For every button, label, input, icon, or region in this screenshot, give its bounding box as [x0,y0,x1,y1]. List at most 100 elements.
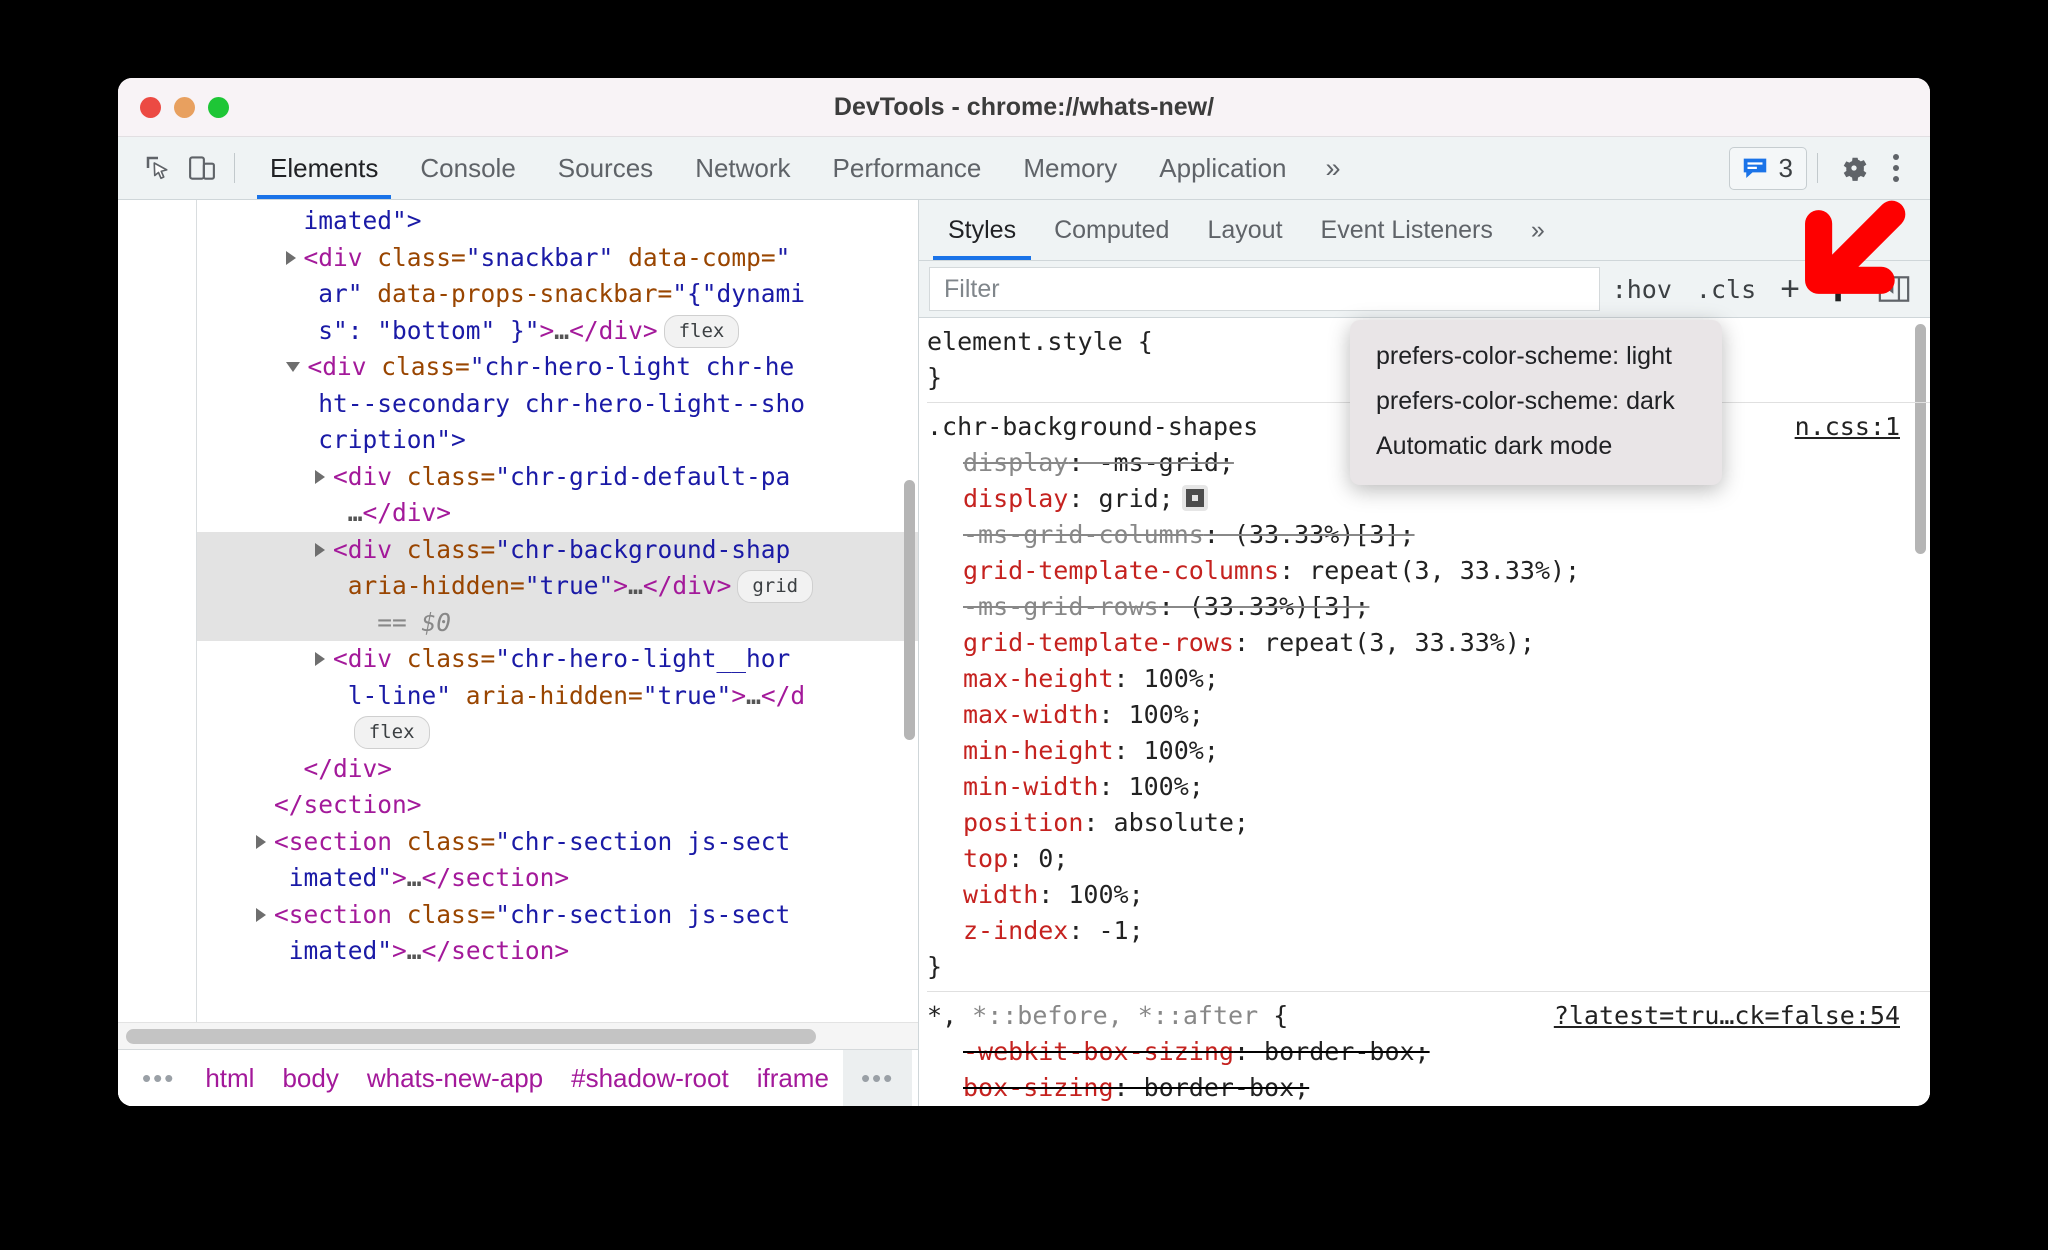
css-declaration[interactable]: width: 100%; [927,877,1930,913]
tab-computed[interactable]: Computed [1035,200,1188,260]
dom-tree-row[interactable]: <section class="chr-section js-sect imat… [197,824,918,897]
css-property-name[interactable]: min-width [963,772,1098,801]
css-rule-block[interactable]: .chr-background-shapes n.css:1 display: -m… [927,403,1930,992]
breadcrumb-overflow-end[interactable]: ••• [842,1050,913,1106]
tab-sources[interactable]: Sources [537,137,674,199]
dom-tree-row[interactable]: <div class="chr-hero-light chr-he ht--se… [197,349,918,459]
toggle-sidebar-icon[interactable] [1866,268,1922,310]
dom-tree-row[interactable]: <div class="chr-hero-light__hor l-line" … [197,641,918,751]
css-source-link[interactable]: n.css:1 [1795,409,1900,445]
dom-horizontal-scrollbar-thumb[interactable] [126,1029,816,1044]
css-property-name[interactable]: -webkit-box-sizing [963,1037,1234,1066]
css-property-name[interactable]: -ms-grid-rows [963,592,1159,621]
styles-filter-input[interactable]: Filter [929,267,1600,311]
css-property-value[interactable]: : 0; [1008,844,1068,873]
css-property-name[interactable]: box-sizing [963,1073,1114,1102]
css-declaration[interactable]: -ms-grid-rows: (33.33%)[3]; [927,589,1930,625]
dom-tree[interactable]: imated"> <div class="snackbar" data-comp… [197,200,918,1022]
device-toolbar-icon[interactable] [180,146,224,190]
expand-triangle-icon[interactable] [315,542,326,557]
css-property-value[interactable]: : 100%; [1114,736,1219,765]
css-declaration[interactable]: position: absolute; [927,805,1930,841]
dom-tree-row[interactable]: ••• <div class="chr-background-shap aria… [197,531,918,641]
tab-performance[interactable]: Performance [812,137,1003,199]
css-declaration[interactable]: display: grid; [927,481,1930,517]
tab-memory[interactable]: Memory [1002,137,1138,199]
css-property-name[interactable]: top [963,844,1008,873]
tab-network[interactable]: Network [674,137,811,199]
css-property-value[interactable]: : repeat(3, 33.33%); [1234,628,1535,657]
render-emulation-popup-menu[interactable]: prefers-color-scheme: light prefers-color… [1350,320,1722,485]
css-property-name[interactable]: position [963,808,1083,837]
popup-menu-item[interactable]: prefers-color-scheme: light [1350,334,1722,379]
css-declaration[interactable]: top: 0; [927,841,1930,877]
tab-elements[interactable]: Elements [249,137,399,199]
css-property-value[interactable]: : absolute; [1083,808,1249,837]
breadcrumb-item-shadow-root[interactable]: #shadow-root [557,1063,743,1094]
dom-tree-row[interactable]: <div class="chr-grid-default-pa …</div> [197,459,918,532]
css-declaration[interactable]: max-height: 100%; [927,661,1930,697]
collapse-triangle-icon[interactable] [285,362,300,372]
css-declaration[interactable]: min-height: 100%; [927,733,1930,769]
toggle-pseudo-states-button[interactable]: :hov [1600,268,1684,310]
layout-badge-grid[interactable]: grid [737,570,814,603]
dom-tree-row[interactable]: imated"> [197,203,918,240]
css-declaration[interactable]: -ms-grid-columns: (33.33%)[3]; [927,517,1930,553]
css-property-name[interactable]: grid-template-columns [963,556,1279,585]
css-property-name[interactable]: max-height [963,664,1114,693]
css-declaration[interactable]: grid-template-columns: repeat(3, 33.33%)… [927,553,1930,589]
css-property-value[interactable]: : 100%; [1098,700,1203,729]
breadcrumb-overflow-start[interactable]: ••• [126,1063,191,1094]
css-property-value[interactable]: : -1; [1068,916,1143,945]
dom-horizontal-scrollbar[interactable] [118,1022,918,1049]
css-property-value[interactable]: : (33.33%)[3]; [1159,592,1370,621]
css-property-name[interactable]: z-index [963,916,1068,945]
css-property-value[interactable]: : (33.33%)[3]; [1204,520,1415,549]
css-property-value[interactable]: : border-box; [1234,1037,1430,1066]
dom-vertical-scrollbar[interactable] [904,480,915,740]
tab-styles[interactable]: Styles [929,200,1035,260]
paintbrush-icon[interactable] [1812,268,1866,310]
popup-menu-item[interactable]: Automatic dark mode [1350,424,1722,469]
css-declaration[interactable]: -webkit-box-sizing: border-box; [927,1034,1930,1070]
css-declaration[interactable]: max-width: 100%; [927,697,1930,733]
layout-badge-flex[interactable]: flex [663,314,740,348]
css-property-value[interactable]: : 100%; [1098,772,1203,801]
css-property-value[interactable]: : grid; [1068,484,1173,513]
expand-triangle-icon[interactable] [256,907,267,922]
dom-tree-row[interactable]: </div> [197,751,918,788]
tab-event-listeners[interactable]: Event Listeners [1302,200,1512,260]
css-property-value[interactable]: : repeat(3, 33.33%); [1279,556,1580,585]
new-style-rule-button[interactable]: + [1768,268,1812,310]
css-property-name[interactable]: -ms-grid-columns [963,520,1204,549]
expand-triangle-icon[interactable] [256,834,267,849]
expand-triangle-icon[interactable] [285,250,296,265]
css-property-value[interactable]: : -ms-grid; [1068,448,1234,477]
inspect-cursor-icon[interactable] [136,146,180,190]
css-property-name[interactable]: width [963,880,1038,909]
css-property-value[interactable]: : 100%; [1038,880,1143,909]
dom-tree-row[interactable]: <div class="snackbar" data-comp=" ar" da… [197,240,918,350]
tab-application[interactable]: Application [1138,137,1307,199]
dom-tree-row[interactable]: <section class="chr-section js-sect imat… [197,897,918,970]
expand-triangle-icon[interactable] [315,652,326,666]
css-property-value[interactable]: : 100%; [1114,664,1219,693]
issues-counter-button[interactable]: 3 [1728,146,1807,190]
expand-triangle-icon[interactable] [315,469,326,484]
css-property-name[interactable]: display [963,484,1068,513]
layout-badge-flex[interactable]: flex [353,716,430,749]
breadcrumb-item-whats-new-app[interactable]: whats-new-app [353,1063,557,1094]
css-property-name[interactable]: display [963,448,1068,477]
tab-console[interactable]: Console [399,137,536,199]
breadcrumb-item-iframe[interactable]: iframe [743,1063,843,1094]
toggle-class-editor-button[interactable]: .cls [1684,268,1768,310]
more-styles-tabs-icon[interactable]: » [1512,200,1564,260]
tab-layout[interactable]: Layout [1188,200,1301,260]
css-property-name[interactable]: max-width [963,700,1098,729]
more-panels-icon[interactable]: » [1308,153,1359,184]
popup-menu-item[interactable]: prefers-color-scheme: dark [1350,379,1722,424]
css-property-name[interactable]: grid-template-rows [963,628,1234,657]
css-source-link[interactable]: ?latest=tru…ck=false:54 [1554,998,1900,1034]
dom-tree-row[interactable]: </section> [197,787,918,824]
gear-icon[interactable] [1832,146,1876,190]
